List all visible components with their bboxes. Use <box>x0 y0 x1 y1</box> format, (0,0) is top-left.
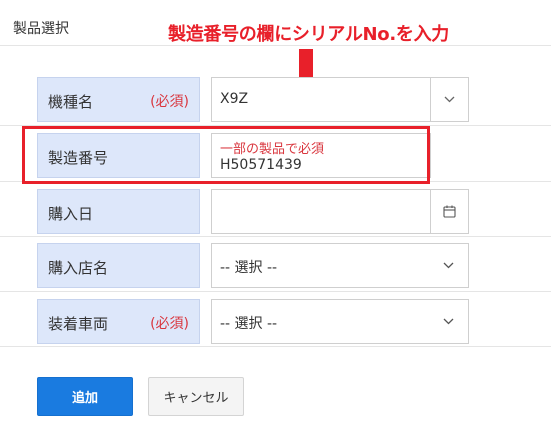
vehicle-dropdown-toggle[interactable] <box>442 314 454 328</box>
store-label-text: 購入店名 <box>48 259 109 277</box>
store-select-value: -- 選択 -- <box>220 260 278 276</box>
store-dropdown-toggle[interactable] <box>442 258 454 272</box>
row-divider <box>0 291 551 292</box>
model-row: 機種名 (必須) X9Z <box>37 77 469 124</box>
vehicle-label: 装着車両 (必須) <box>37 299 200 344</box>
vehicle-row: 装着車両 (必須) -- 選択 -- <box>37 299 469 346</box>
calendar-icon <box>443 205 456 218</box>
cancel-button[interactable]: キャンセル <box>148 377 244 416</box>
model-dropdown-toggle[interactable] <box>430 78 468 121</box>
chevron-down-icon <box>443 262 453 268</box>
model-required-badge: (必須) <box>150 94 189 110</box>
row-divider <box>0 346 551 347</box>
model-label-text: 機種名 <box>48 93 94 111</box>
store-row: 購入店名 -- 選択 -- <box>37 243 469 290</box>
model-select[interactable]: X9Z <box>211 77 469 122</box>
add-button[interactable]: 追加 <box>37 377 133 416</box>
vehicle-select-value: -- 選択 -- <box>220 316 278 332</box>
purchase-date-label: 購入日 <box>37 189 200 234</box>
vehicle-required-badge: (必須) <box>150 316 189 332</box>
calendar-button[interactable] <box>430 190 468 233</box>
model-label: 機種名 (必須) <box>37 77 200 122</box>
model-select-value: X9Z <box>220 91 249 107</box>
header-divider <box>0 45 551 46</box>
annotation-highlight-box <box>22 126 430 184</box>
purchase-date-field[interactable] <box>211 189 469 234</box>
annotation-text: 製造番号の欄にシリアルNo.を入力 <box>168 24 449 45</box>
chevron-down-icon <box>444 96 455 103</box>
vehicle-label-text: 装着車両 <box>48 315 109 333</box>
store-select[interactable]: -- 選択 -- <box>211 243 469 288</box>
purchase-date-label-text: 購入日 <box>48 205 94 223</box>
purchase-date-row: 購入日 <box>37 189 469 236</box>
vehicle-select[interactable]: -- 選択 -- <box>211 299 469 344</box>
store-label: 購入店名 <box>37 243 200 288</box>
chevron-down-icon <box>443 318 453 324</box>
row-divider <box>0 236 551 237</box>
section-title: 製品選択 <box>13 21 69 37</box>
